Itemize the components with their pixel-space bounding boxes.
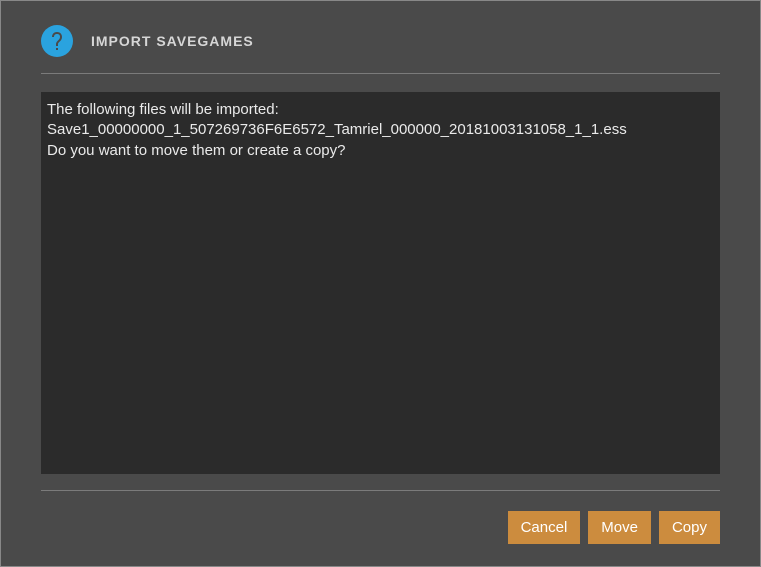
content-text: The following files will be imported: Sa…: [47, 100, 714, 161]
question-mark-icon: [41, 25, 73, 57]
dialog-header: IMPORT SAVEGAMES: [41, 19, 720, 73]
content-area: The following files will be imported: Sa…: [41, 92, 720, 474]
intro-text: The following files will be imported:: [47, 100, 714, 120]
file-entry: Save1_00000000_1_507269736F6E6572_Tamrie…: [47, 120, 714, 140]
dialog-title: IMPORT SAVEGAMES: [91, 33, 254, 49]
header-divider: [41, 73, 720, 74]
cancel-button[interactable]: Cancel: [508, 511, 581, 544]
move-button[interactable]: Move: [588, 511, 651, 544]
import-savegames-dialog: IMPORT SAVEGAMES The following files wil…: [0, 0, 761, 567]
prompt-text: Do you want to move them or create a cop…: [47, 141, 714, 161]
button-row: Cancel Move Copy: [41, 511, 720, 548]
copy-button[interactable]: Copy: [659, 511, 720, 544]
footer-divider: [41, 490, 720, 491]
